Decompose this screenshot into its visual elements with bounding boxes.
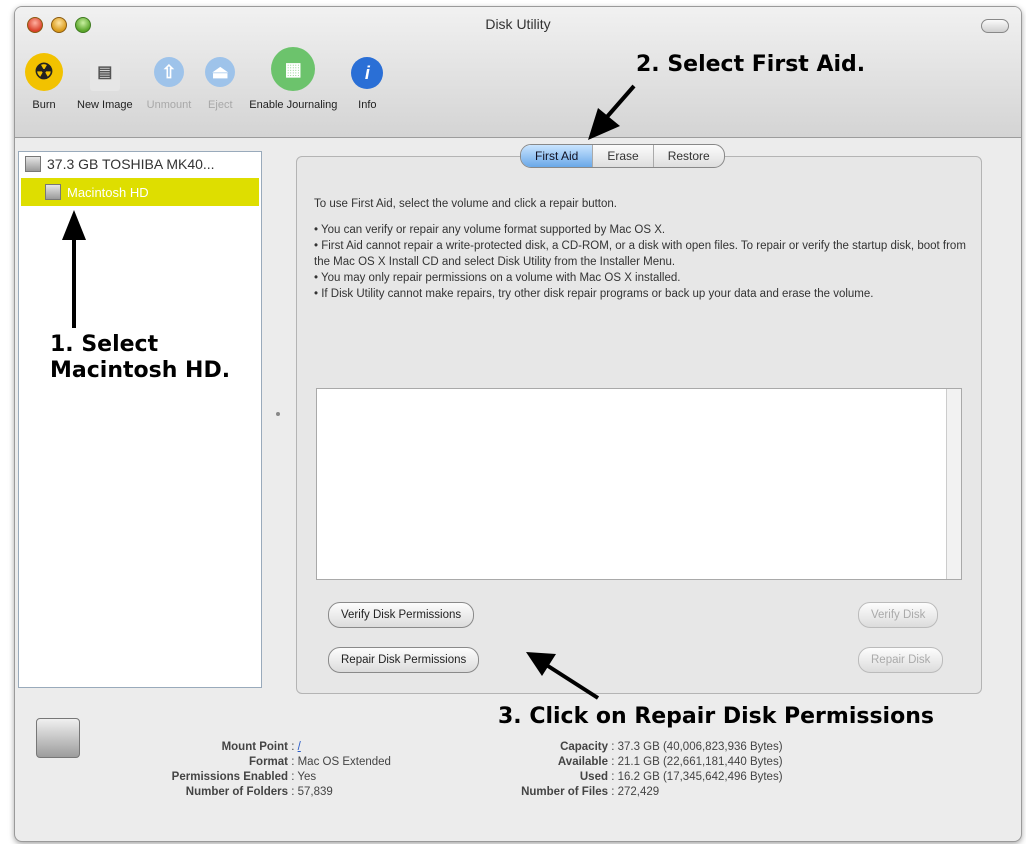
info-key: Used bbox=[579, 771, 608, 783]
new-image-icon: ▤ bbox=[89, 53, 120, 91]
volume-info-right: Capacity : 37.3 GB (40,006,823,936 Bytes… bbox=[446, 740, 783, 800]
hard-disk-icon bbox=[25, 156, 41, 172]
new-image-label: New Image bbox=[77, 99, 133, 111]
info-key: Capacity bbox=[560, 741, 608, 753]
step2-annotation: 2. Select First Aid. bbox=[636, 52, 866, 77]
step1-annotation: 1. Select Macintosh HD. bbox=[50, 332, 230, 384]
disk-list: 37.3 GB TOSHIBA MK40... Macintosh HD bbox=[18, 151, 262, 688]
verify-disk-button[interactable]: Verify Disk bbox=[858, 602, 939, 628]
verify-disk-permissions-button[interactable]: Verify Disk Permissions bbox=[328, 602, 475, 628]
info-label: Info bbox=[358, 99, 377, 111]
info-value: 57,839 bbox=[297, 786, 333, 798]
repair-disk-button[interactable]: Repair Disk bbox=[858, 647, 944, 673]
repair-log[interactable] bbox=[316, 388, 962, 580]
hard-disk-icon bbox=[36, 718, 80, 758]
mount-point-link[interactable]: / bbox=[298, 741, 301, 753]
instructions-bullet: • If Disk Utility cannot make repairs, t… bbox=[314, 288, 874, 300]
info-value: Mac OS Extended bbox=[297, 756, 391, 768]
step3-annotation: 3. Click on Repair Disk Permissions bbox=[498, 704, 934, 729]
disk-label: 37.3 GB TOSHIBA MK40... bbox=[47, 156, 215, 172]
eject-label: Eject bbox=[208, 99, 233, 111]
volume-item-macintosh-hd[interactable]: Macintosh HD bbox=[21, 178, 259, 206]
info-key: Number of Files bbox=[521, 786, 608, 798]
tab-erase[interactable]: Erase bbox=[593, 145, 654, 167]
toolbar-toggle-button[interactable] bbox=[981, 19, 1009, 33]
log-scrollbar[interactable] bbox=[946, 389, 961, 579]
info-key: Permissions Enabled bbox=[171, 771, 288, 783]
repair-disk-permissions-button[interactable]: Repair Disk Permissions bbox=[328, 647, 480, 673]
info-button[interactable]: i Info bbox=[351, 57, 384, 111]
info-value: 16.2 GB (17,345,642,496 Bytes) bbox=[617, 771, 783, 783]
instructions-intro: To use First Aid, select the volume and … bbox=[314, 198, 617, 210]
window-title: Disk Utility bbox=[485, 16, 551, 32]
info-value: 272,429 bbox=[617, 786, 660, 798]
enable-journaling-button[interactable]: ▦ Enable Journaling bbox=[249, 47, 337, 111]
info-icon: i bbox=[351, 57, 384, 89]
disk-item[interactable]: 37.3 GB TOSHIBA MK40... bbox=[19, 152, 261, 176]
toolbar: ☢ Burn ▤ New Image ⇧ Unmount ⏏ Eject ▦ E… bbox=[25, 47, 397, 111]
tab-restore[interactable]: Restore bbox=[654, 145, 724, 167]
info-key: Available bbox=[557, 756, 608, 768]
eject-icon: ⏏ bbox=[205, 57, 236, 87]
split-view-handle[interactable] bbox=[276, 412, 280, 416]
info-key: Format bbox=[249, 756, 288, 768]
instructions-bullet: • You may only repair permissions on a v… bbox=[314, 272, 681, 284]
new-image-button[interactable]: ▤ New Image bbox=[77, 53, 133, 111]
unmount-label: Unmount bbox=[146, 99, 192, 111]
info-value: 21.1 GB (22,661,181,440 Bytes) bbox=[617, 756, 783, 768]
journaling-icon: ▦ bbox=[271, 47, 316, 91]
burn-button[interactable]: ☢ Burn bbox=[25, 53, 63, 111]
info-key: Mount Point bbox=[221, 741, 288, 753]
instructions-bullet: • First Aid cannot repair a write-protec… bbox=[314, 240, 966, 268]
enable-journaling-label: Enable Journaling bbox=[249, 99, 338, 111]
burn-label: Burn bbox=[32, 99, 56, 111]
volume-icon bbox=[45, 184, 61, 200]
burn-icon: ☢ bbox=[25, 53, 63, 91]
step1-line1: 1. Select bbox=[50, 332, 159, 357]
info-value: 37.3 GB (40,006,823,936 Bytes) bbox=[617, 741, 783, 753]
tab-first-aid[interactable]: First Aid bbox=[521, 145, 594, 167]
unmount-icon: ⇧ bbox=[153, 57, 184, 87]
info-value: Yes bbox=[297, 771, 317, 783]
step1-line2: Macintosh HD. bbox=[50, 358, 231, 383]
first-aid-instructions: To use First Aid, select the volume and … bbox=[314, 196, 974, 302]
instructions-bullet: • You can verify or repair any volume fo… bbox=[314, 224, 666, 236]
tab-bar: First Aid Erase Restore bbox=[520, 144, 725, 168]
volume-info-left: Mount Point : / Format : Mac OS Extended… bbox=[96, 740, 391, 800]
info-key: Number of Folders bbox=[185, 786, 288, 798]
volume-label: Macintosh HD bbox=[67, 184, 149, 200]
eject-button[interactable]: ⏏ Eject bbox=[205, 57, 236, 111]
titlebar: Disk Utility ☢ Burn ▤ New Image ⇧ Unmoun… bbox=[15, 7, 1021, 138]
unmount-button[interactable]: ⇧ Unmount bbox=[146, 57, 192, 111]
